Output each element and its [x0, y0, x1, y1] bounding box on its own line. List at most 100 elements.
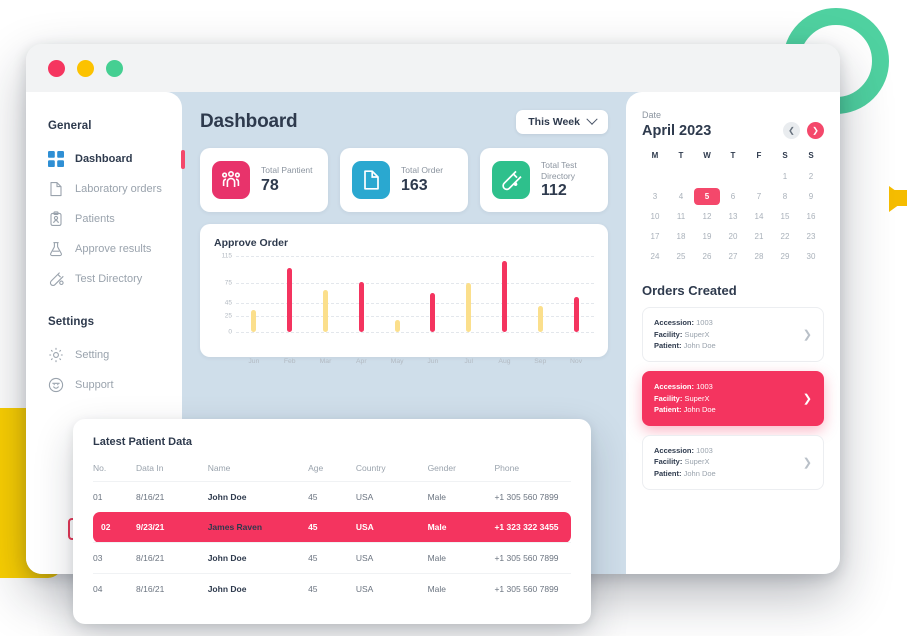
chevron-right-icon[interactable]: ❯	[803, 456, 812, 469]
chevron-right-icon[interactable]: ❯	[803, 392, 812, 405]
order-facility-value: SuperX	[684, 329, 710, 339]
order-accession-line: Accession: 1003	[654, 381, 716, 393]
sidebar-item-test-directory[interactable]: Test Directory	[26, 264, 182, 294]
chart-bar[interactable]	[358, 282, 364, 333]
sidebar-item-laboratory-orders[interactable]: Laboratory orders	[26, 174, 182, 204]
chevron-right-icon[interactable]: ❯	[803, 328, 812, 341]
calendar-day[interactable]: 22	[772, 228, 798, 245]
chart-bar[interactable]	[322, 289, 328, 333]
chart-bar[interactable]	[573, 297, 579, 333]
sidebar-item-label: Test Directory	[75, 273, 143, 285]
calendar-day	[720, 168, 746, 185]
calendar-day[interactable]: 20	[720, 228, 746, 245]
calendar-day[interactable]: 1	[772, 168, 798, 185]
chart-y-tick: 75	[224, 279, 232, 287]
calendar-day[interactable]: 12	[694, 208, 720, 225]
calendar-day[interactable]: 11	[668, 208, 694, 225]
chart-bar[interactable]	[394, 319, 400, 333]
sidebar-item-label: Patients	[75, 213, 115, 225]
chevron-left-icon[interactable]: ❮	[783, 122, 800, 139]
stat-card-total-order[interactable]: Total Order 163	[340, 148, 468, 213]
table-cell-gender: Male	[427, 573, 495, 604]
calendar-day[interactable]: 10	[642, 208, 668, 225]
calendar-day[interactable]: 14	[746, 208, 772, 225]
chart-x-tick-label: Apr	[356, 358, 367, 366]
calendar-day[interactable]: 8	[772, 188, 798, 205]
calendar-day[interactable]: 28	[746, 248, 772, 265]
order-card[interactable]: Accession: 1003 Facility: SuperX Patient: …	[642, 370, 824, 426]
sidebar-item-patients[interactable]: Patients	[26, 204, 182, 234]
order-card[interactable]: Accession: 1003 Facility: SuperX Patient: …	[642, 307, 824, 362]
calendar-day[interactable]: 24	[642, 248, 668, 265]
chart-bar[interactable]	[537, 306, 543, 333]
calendar-day[interactable]: 15	[772, 208, 798, 225]
chevron-right-icon[interactable]: ❯	[807, 122, 824, 139]
calendar-day[interactable]: 16	[798, 208, 824, 225]
decorative-yellow-triangle	[889, 186, 907, 212]
order-patient-key: Patient:	[654, 341, 682, 351]
order-card[interactable]: Accession: 1003 Facility: SuperX Patient: …	[642, 434, 824, 490]
table-row[interactable]: 01 8/16/21 John Doe 45 USA Male +1 305 560 789…	[93, 481, 571, 512]
calendar-day[interactable]: 7	[746, 188, 772, 205]
chart-bar[interactable]	[466, 283, 472, 333]
table-row[interactable]: 04 8/16/21 John Doe 45 USA Male +1 305 560 789…	[93, 573, 571, 604]
order-patient-line: Patient: John Doe	[654, 468, 716, 480]
orders-created-title: Orders Created	[642, 283, 737, 298]
calendar-day-of-week: W	[703, 151, 711, 160]
document-icon	[48, 181, 64, 197]
table-header-row: No. Data In Name Age Country Gender Phone	[93, 457, 571, 482]
calendar-day[interactable]: 25	[668, 248, 694, 265]
chart-bars	[236, 256, 594, 333]
stat-card-total-test-directory[interactable]: Total Test Directory 112	[480, 148, 608, 213]
calendar-grid: M T W T F S S 1 2 3 4 5 6 7 8 9 10 11 12 13 14 15 16 17 18 19 20 21…	[642, 148, 824, 265]
calendar-day[interactable]: 17	[642, 228, 668, 245]
table-row-highlighted[interactable]: 02 9/23/21 James Raven 45 USA Male +1 323 322 …	[93, 512, 571, 543]
chart-bar[interactable]	[430, 293, 436, 333]
order-facility-line: Facility: SuperX	[654, 329, 716, 341]
period-selector[interactable]: This Week	[516, 110, 608, 134]
calendar-day[interactable]: 6	[720, 188, 746, 205]
maximize-button[interactable]	[106, 59, 123, 77]
table-column-header: Gender	[427, 463, 456, 473]
order-patient-key: Patient:	[654, 469, 682, 478]
chart-bar[interactable]	[251, 309, 257, 333]
table-row[interactable]: 03 8/16/21 John Doe 45 USA Male +1 305 560 789…	[93, 542, 571, 574]
sidebar-item-label: Approve results	[75, 243, 152, 255]
calendar-day[interactable]: 19	[694, 228, 720, 245]
calendar-day[interactable]: 9	[798, 188, 824, 205]
calendar-day-selected[interactable]: 5	[694, 188, 720, 205]
chart-bar[interactable]	[287, 268, 293, 333]
calendar-day[interactable]: 21	[746, 228, 772, 245]
calendar-day[interactable]: 2	[798, 168, 824, 185]
sidebar-item-approve-results[interactable]: Approve results	[26, 234, 182, 264]
order-patient-line: Patient: John Doe	[654, 340, 716, 352]
calendar-day[interactable]: 3	[642, 188, 668, 205]
calendar-day-of-week: S	[808, 151, 814, 160]
stat-card-total-patient[interactable]: Total Pantient 78	[200, 148, 328, 213]
calendar-day-of-week: T	[730, 151, 736, 160]
chart-bar-slot	[522, 256, 558, 333]
calendar-day[interactable]: 18	[668, 228, 694, 245]
calendar-day[interactable]: 23	[798, 228, 824, 245]
stat-label-line2: Directory	[541, 170, 576, 181]
close-button[interactable]	[48, 59, 65, 77]
order-document-icon	[352, 161, 390, 200]
order-facility-value: SuperX	[684, 393, 710, 403]
table-column-header: Country	[355, 463, 386, 473]
calendar-day[interactable]: 4	[668, 188, 694, 205]
chart-bar[interactable]	[501, 260, 507, 333]
calendar-day[interactable]: 29	[772, 248, 798, 265]
flask-icon	[48, 241, 64, 257]
sidebar-item-support[interactable]: Support	[26, 370, 182, 400]
sidebar-item-setting[interactable]: Setting	[26, 340, 182, 370]
calendar-day[interactable]: 27	[720, 248, 746, 265]
minimize-button[interactable]	[77, 59, 94, 77]
chart-x-tick-label: Jul	[464, 358, 474, 366]
calendar-day[interactable]: 26	[694, 248, 720, 265]
calendar-day[interactable]: 30	[798, 248, 824, 265]
order-patient-value: John Doe	[683, 341, 716, 351]
calendar-day[interactable]: 13	[720, 208, 746, 225]
sidebar-item-dashboard[interactable]: Dashboard	[26, 144, 185, 174]
table-cell-phone: +1 305 560 7899	[494, 481, 571, 512]
table-cell-phone: +1 305 560 7899	[494, 573, 571, 604]
